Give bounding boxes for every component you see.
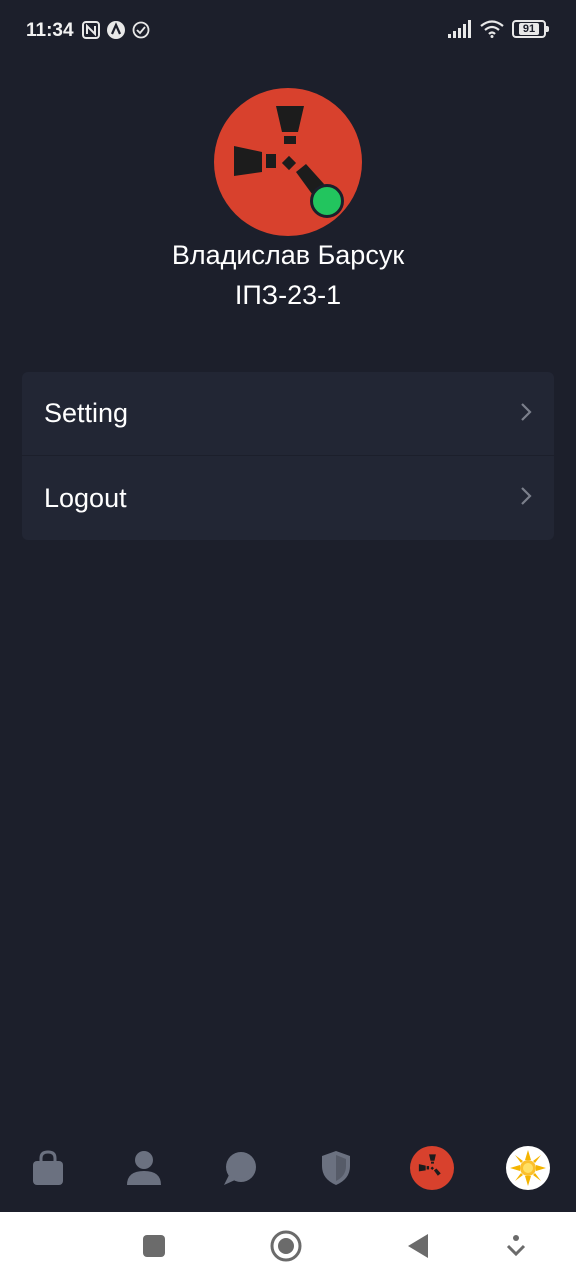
app-notification-icon [107,21,125,39]
chevron-right-icon [520,399,532,429]
tab-theme[interactable] [498,1138,558,1198]
tab-rust[interactable] [402,1138,462,1198]
back-triangle-icon [408,1234,428,1258]
profile-menu: Setting Logout [22,372,554,540]
rust-logo-icon [418,1154,441,1176]
online-status-indicator [310,184,344,218]
menu-item-setting[interactable]: Setting [22,372,554,456]
shield-icon [322,1151,350,1185]
profile-name: Владислав Барсук [171,240,405,270]
tab-shop[interactable] [18,1138,78,1198]
rust-tab-badge [410,1146,454,1190]
system-navigation-bar [0,1212,576,1280]
sun-icon [510,1150,546,1186]
check-circle-icon [132,21,150,39]
wifi-icon [480,20,504,38]
signal-icon [448,20,471,38]
home-button[interactable] [270,1230,302,1262]
status-system-icons: 91 [448,20,549,38]
chevron-down-icon [506,1235,526,1257]
nfc-icon [82,21,100,39]
avatar [214,88,362,236]
profile-group: ІПЗ-23-1 [234,280,342,310]
tab-profile[interactable] [114,1138,174,1198]
battery-level: 91 [518,23,540,35]
menu-item-label: Logout [44,482,127,513]
bottom-tab-bar [0,1130,576,1206]
battery-icon: 91 [512,20,549,38]
shopping-bag-icon [33,1150,63,1185]
chevron-right-icon [520,483,532,513]
hide-nav-button[interactable] [500,1230,532,1262]
person-icon [127,1151,161,1185]
menu-item-label: Setting [44,398,129,428]
menu-item-logout[interactable]: Logout [22,456,554,540]
profile-avatar[interactable] [214,88,362,236]
tab-security[interactable] [306,1138,366,1198]
status-time: 11:34 [26,20,74,41]
back-button[interactable] [402,1230,434,1262]
recent-apps-button[interactable] [138,1230,170,1262]
status-notification-icons [82,20,150,40]
square-icon [143,1235,165,1257]
tab-chat[interactable] [210,1138,270,1198]
theme-tab-badge [506,1146,550,1190]
rust-logo-icon [234,106,324,194]
home-circle-icon [270,1230,302,1262]
status-bar: 11:34 91 [0,0,576,64]
chat-bubble-icon [224,1152,256,1185]
